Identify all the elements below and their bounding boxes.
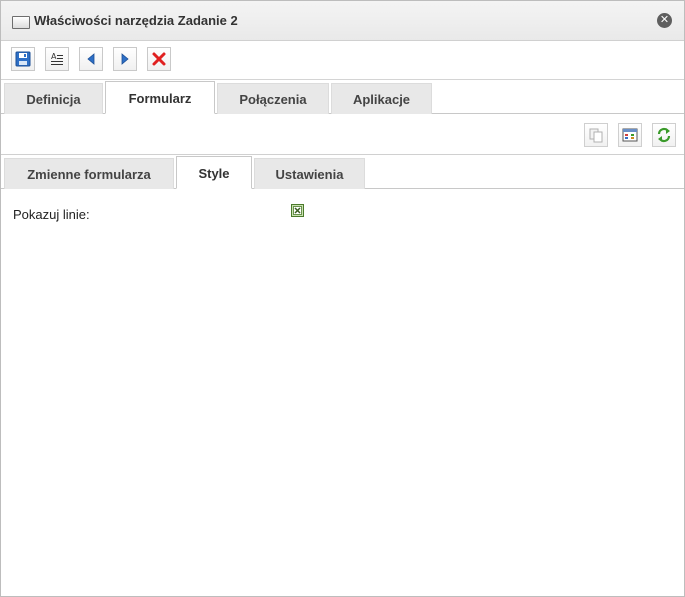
delete-button[interactable] xyxy=(147,47,171,71)
arrow-right-icon xyxy=(121,53,129,65)
svg-text:A: A xyxy=(51,52,57,61)
form-actions-row xyxy=(1,114,684,155)
tab-zmienne-formularza[interactable]: Zmienne formularza xyxy=(4,158,174,189)
text-format-button[interactable]: A xyxy=(45,47,69,71)
copy-icon xyxy=(589,128,603,143)
previous-button[interactable] xyxy=(79,47,103,71)
copy-button[interactable] xyxy=(584,123,608,147)
red-x-icon xyxy=(152,52,166,66)
save-button[interactable] xyxy=(11,47,35,71)
title-bar[interactable]: Właściwości narzędzia Zadanie 2 ✕ xyxy=(1,1,684,41)
toolbar: A xyxy=(1,41,684,80)
grid-button[interactable] xyxy=(618,123,642,147)
style-panel: Pokazuj linie: xyxy=(1,189,684,596)
floppy-disk-icon xyxy=(15,51,31,67)
grid-icon xyxy=(622,128,638,142)
main-tab-bar: Definicja Formularz Połączenia Aplikacje xyxy=(1,80,684,114)
show-lines-label: Pokazuj linie: xyxy=(13,207,90,222)
text-lines-icon: A xyxy=(51,52,63,65)
arrow-left-icon xyxy=(87,53,95,65)
tab-formularz[interactable]: Formularz xyxy=(105,81,215,114)
checkmark-x-icon xyxy=(293,206,302,215)
tab-aplikacje[interactable]: Aplikacje xyxy=(331,83,432,114)
close-button[interactable]: ✕ xyxy=(657,13,672,28)
close-icon: ✕ xyxy=(659,14,670,26)
next-button[interactable] xyxy=(113,47,137,71)
tab-ustawienia[interactable]: Ustawienia xyxy=(254,158,365,189)
tab-style[interactable]: Style xyxy=(176,156,252,189)
dialog-title: Właściwości narzędzia Zadanie 2 xyxy=(34,13,238,28)
window-icon xyxy=(12,16,30,29)
show-lines-checkbox[interactable] xyxy=(291,204,304,217)
tab-definicja[interactable]: Definicja xyxy=(4,83,103,114)
tab-polaczenia[interactable]: Połączenia xyxy=(217,83,329,114)
refresh-button[interactable] xyxy=(652,123,676,147)
refresh-icon xyxy=(657,127,671,143)
properties-dialog: Właściwości narzędzia Zadanie 2 ✕ A Defi… xyxy=(0,0,685,597)
sub-tab-bar: Zmienne formularza Style Ustawienia xyxy=(1,155,684,189)
